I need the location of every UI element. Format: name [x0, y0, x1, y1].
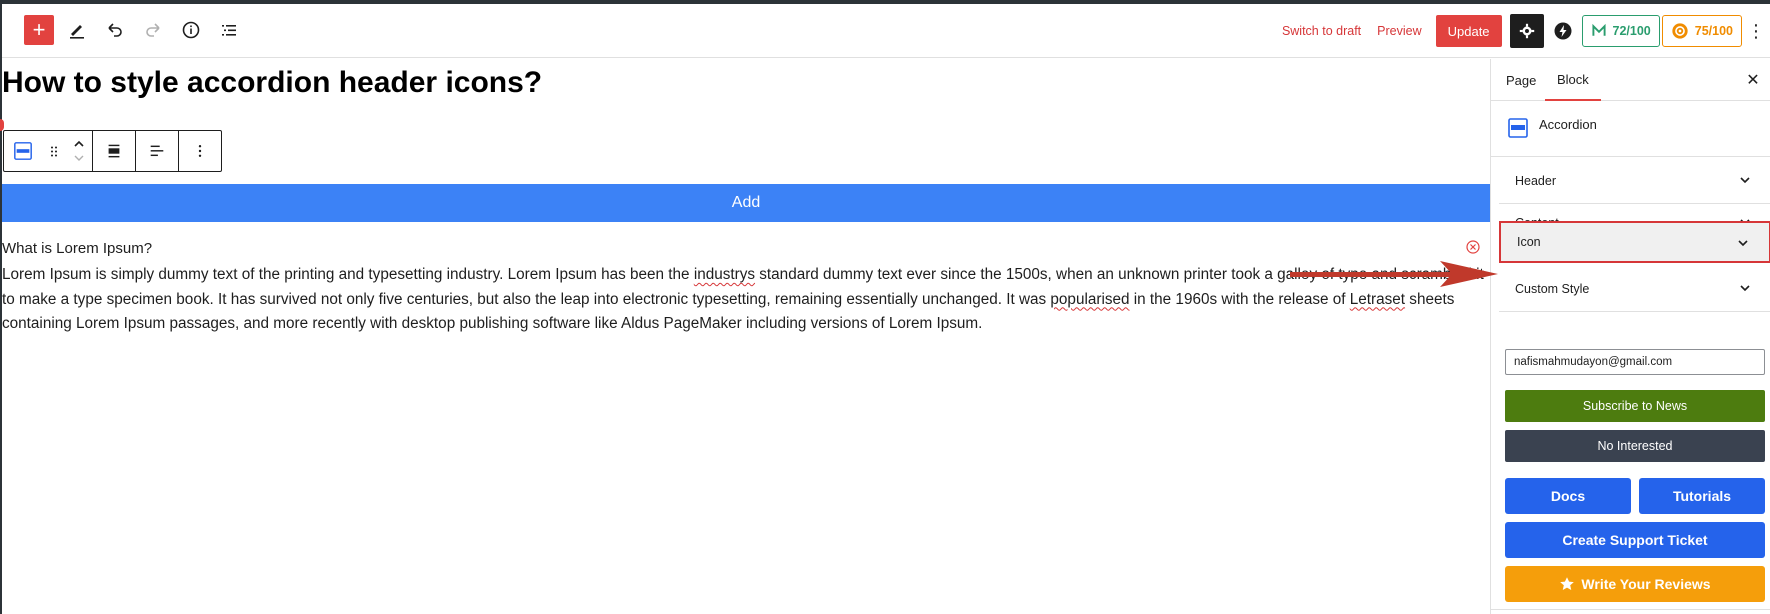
tab-block[interactable]: Block	[1545, 59, 1601, 101]
write-reviews-button[interactable]: Write Your Reviews	[1505, 566, 1765, 602]
chevron-down-icon	[1740, 177, 1750, 184]
info-icon[interactable]	[176, 15, 206, 45]
panel-icon[interactable]: Icon	[1499, 221, 1770, 263]
block-toolbar-group-move	[4, 131, 93, 171]
undo-icon[interactable]	[100, 15, 130, 45]
panel-custom-style[interactable]: Custom Style	[1499, 266, 1770, 312]
spelling-error: Letraset	[1349, 290, 1406, 308]
list-view-icon[interactable]	[214, 15, 244, 45]
star-icon	[1560, 577, 1575, 590]
accordion-block-icon[interactable]	[4, 131, 42, 171]
content-text: in the 1960s with the release of	[1129, 290, 1350, 308]
spelling-error: industrys	[693, 266, 756, 283]
editor-canvas	[2, 59, 1490, 614]
settings-sidebar: Page Block ✕ Accordion Header Content Ic…	[1490, 59, 1770, 614]
close-icon[interactable]: ✕	[1743, 70, 1763, 90]
write-reviews-label: Write Your Reviews	[1581, 576, 1711, 592]
more-options-icon[interactable]: ⋮	[1742, 15, 1770, 47]
readability-score-value: 75/100	[1694, 24, 1733, 38]
panel-title: Custom Style	[1515, 281, 1590, 296]
block-card: Accordion	[1491, 101, 1770, 157]
sidebar-tabs: Page Block ✕	[1491, 59, 1770, 101]
subscribe-button[interactable]: Subscribe to News	[1505, 390, 1765, 422]
readability-logo-icon	[1672, 23, 1688, 39]
content-text: Lorem Ipsum is simply dummy text of the …	[2, 266, 694, 283]
drag-handle-icon[interactable]	[42, 131, 66, 171]
block-inserter-button[interactable]: +	[24, 15, 54, 45]
tab-page[interactable]: Page	[1506, 59, 1536, 101]
switch-to-draft-button[interactable]: Switch to draft	[1274, 24, 1369, 38]
chevron-down-icon	[1738, 240, 1748, 247]
panel-title: Header	[1515, 173, 1556, 188]
text-align-icon[interactable]	[136, 131, 178, 171]
readability-score-badge[interactable]: 75/100	[1661, 15, 1742, 47]
chevron-up-icon[interactable]	[73, 140, 85, 148]
bolt-icon[interactable]	[1548, 16, 1578, 46]
gear-icon[interactable]	[1509, 14, 1544, 48]
accordion-block-icon	[1508, 118, 1528, 138]
header-toolbar-right: Switch to draft Preview Update 72/100 75…	[1274, 14, 1770, 48]
block-alignment-icon[interactable]	[93, 131, 135, 171]
accordion-item-header[interactable]: What is Lorem Ipsum?	[2, 240, 152, 257]
post-title[interactable]: How to style accordion header icons?	[2, 66, 542, 100]
move-up-down-control[interactable]	[66, 131, 92, 171]
block-toolbar	[3, 130, 222, 172]
sidebar-divider	[1491, 609, 1770, 610]
chevron-down-icon	[1740, 285, 1750, 292]
seo-score-badge[interactable]: 72/100	[1581, 15, 1660, 47]
panel-header[interactable]: Header	[1499, 158, 1770, 204]
seo-score-value: 72/100	[1612, 24, 1651, 38]
docs-button[interactable]: Docs	[1505, 478, 1631, 514]
block-toolbar-group-more	[179, 131, 221, 171]
panel-title: Icon	[1517, 235, 1541, 249]
add-accordion-item-button[interactable]: Add	[2, 184, 1490, 222]
redo-icon[interactable]	[138, 15, 168, 45]
email-field[interactable]	[1505, 349, 1765, 375]
block-toolbar-group-align	[93, 131, 136, 171]
chevron-down-icon[interactable]	[73, 154, 85, 162]
tutorials-button[interactable]: Tutorials	[1639, 478, 1765, 514]
accordion-item-content[interactable]: Lorem Ipsum is simply dummy text of the …	[2, 263, 1488, 337]
update-button[interactable]: Update	[1435, 15, 1502, 47]
seo-logo-icon	[1591, 23, 1606, 36]
editor-header: + Switch to draft Preview Update 72/100	[2, 4, 1770, 58]
block-toolbar-group-text	[136, 131, 179, 171]
create-support-ticket-button[interactable]: Create Support Ticket	[1505, 522, 1765, 558]
header-toolbar-left: +	[24, 15, 244, 45]
remove-item-icon[interactable]	[1466, 240, 1480, 254]
block-options-icon[interactable]	[179, 131, 221, 171]
block-title: Accordion	[1539, 117, 1597, 132]
pencil-icon[interactable]	[62, 15, 92, 45]
not-interested-button[interactable]: No Interested	[1505, 430, 1765, 462]
spelling-error: popularised	[1050, 290, 1130, 308]
annotation-arrow-icon	[1290, 261, 1498, 287]
preview-button[interactable]: Preview	[1369, 24, 1429, 38]
